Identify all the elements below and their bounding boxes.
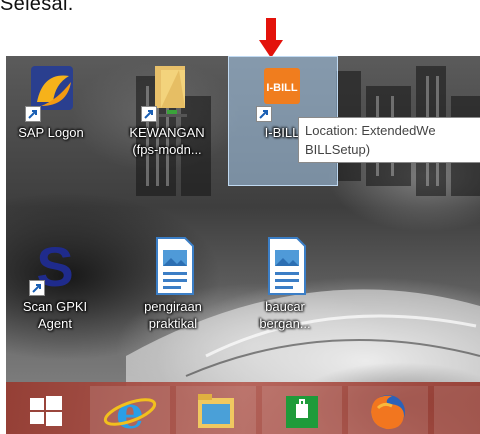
red-down-arrow-icon — [259, 18, 283, 58]
icon-label: KEWANGAN (fps-modn... — [129, 125, 205, 157]
gpki-s-icon: S — [27, 235, 83, 298]
icon-label: pengiraan praktikal — [144, 299, 202, 331]
taskbar-store[interactable] — [262, 386, 342, 434]
desktop: SAP Logon KEWANGAN (fps-modn... I-BILL I… — [6, 56, 480, 434]
taskbar-internet-explorer[interactable]: e — [90, 386, 170, 434]
sap-logon-icon — [23, 62, 79, 122]
tooltip-line2: BILLSetup) — [305, 142, 371, 157]
icon-label: baucar bergan... — [259, 299, 311, 331]
document-icon — [145, 236, 201, 296]
windows-logo-icon — [30, 396, 62, 426]
shortcut-arrow-icon — [25, 106, 41, 122]
document-icon — [257, 236, 313, 296]
ibill-badge-text: I-BILL — [266, 82, 297, 94]
file-explorer-icon — [198, 394, 234, 428]
svg-text:e: e — [116, 388, 144, 434]
ibill-icon: I-BILL — [254, 62, 310, 122]
shortcut-arrow-icon — [29, 280, 45, 296]
store-icon — [286, 396, 318, 428]
tooltip-line1: Location: ExtendedWe — [305, 123, 436, 138]
taskbar-file-explorer[interactable] — [176, 386, 256, 434]
taskbar: e — [6, 382, 480, 434]
shortcut-arrow-icon — [256, 106, 272, 122]
firefox-icon — [371, 395, 405, 430]
icon-label: SAP Logon — [18, 125, 84, 140]
taskbar-firefox[interactable] — [348, 386, 428, 434]
internet-explorer-icon: e — [103, 388, 157, 434]
icon-pengiraan[interactable]: pengiraan praktikal — [130, 236, 216, 332]
network-folder-icon — [139, 62, 195, 122]
icon-sap-logon[interactable]: SAP Logon — [8, 62, 94, 141]
icon-label: Scan GPKI Agent — [22, 299, 88, 331]
shortcut-arrow-icon — [141, 106, 157, 122]
start-button[interactable] — [6, 386, 86, 434]
icon-baucar[interactable]: baucar bergan... — [242, 236, 328, 332]
icon-scan-gpki[interactable]: S Scan GPKI Agent — [12, 235, 98, 332]
instruction-text: Selesai. — [0, 0, 74, 15]
taskbar-extra[interactable] — [434, 386, 480, 434]
icon-kewangan[interactable]: KEWANGAN (fps-modn... — [124, 62, 210, 158]
location-tooltip: Location: ExtendedWe BILLSetup) — [298, 117, 480, 163]
